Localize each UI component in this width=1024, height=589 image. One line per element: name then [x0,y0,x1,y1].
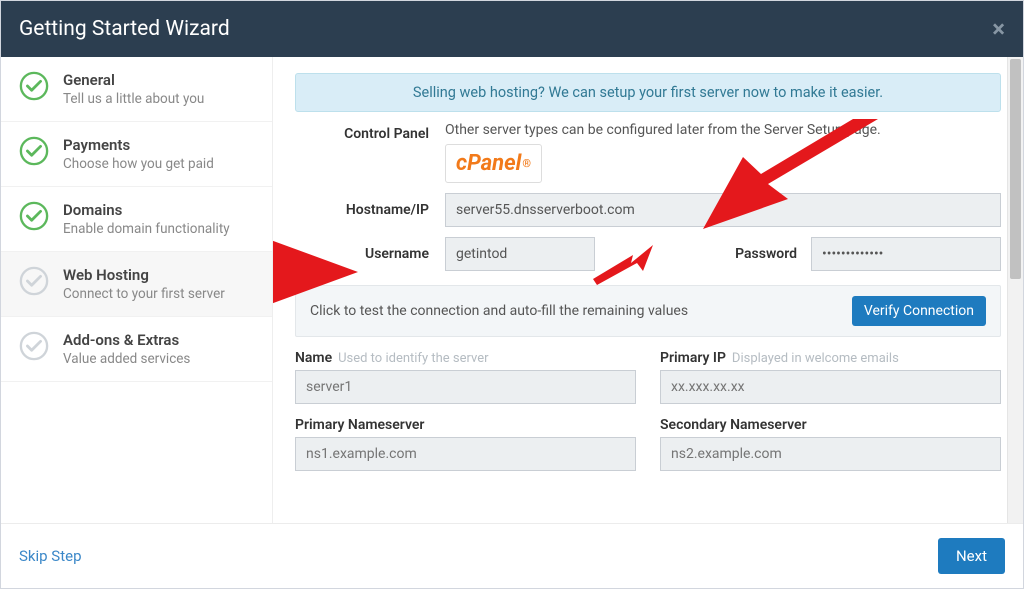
hostname-label: Hostname/IP [295,202,445,218]
step-title: Add-ons & Extras [63,331,254,349]
scrollbar-thumb[interactable] [1010,59,1021,279]
step-title: General [63,71,254,89]
sidebar-step-payments[interactable]: Payments Choose how you get paid [1,122,272,187]
verify-hint: Click to test the connection and auto-fi… [310,303,688,319]
cpanel-option[interactable]: cPanel® [445,144,542,183]
step-title: Domains [63,201,254,219]
other-servers-hint: Other server types can be configured lat… [445,122,1001,138]
sidebar-step-webhosting[interactable]: Web Hosting Connect to your first server [1,252,272,317]
step-sub: Enable domain functionality [63,221,254,237]
control-panel-label: Control Panel [295,122,445,142]
step-sub: Choose how you get paid [63,156,254,172]
server-name-input[interactable] [295,370,636,404]
step-title: Web Hosting [63,266,254,284]
hostname-input[interactable] [445,193,1001,227]
wizard-sidebar: General Tell us a little about you Payme… [1,57,273,523]
verify-connection-button[interactable]: Verify Connection [852,296,986,326]
cpanel-logo-icon: cPanel [456,151,521,176]
modal-title: Getting Started Wizard [19,17,230,41]
ns2-label: Secondary Nameserver [660,417,807,433]
primaryip-label: Primary IP [660,350,726,366]
step-title: Payments [63,136,254,154]
sidebar-step-addons[interactable]: Add-ons & Extras Value added services [1,317,272,382]
primary-ip-input[interactable] [660,370,1001,404]
ns1-input[interactable] [295,437,636,471]
info-banner: Selling web hosting? We can setup your f… [295,73,1001,112]
step-sub: Tell us a little about you [63,91,254,107]
check-circle-icon [19,136,49,166]
username-input[interactable] [445,237,595,271]
wizard-modal: Getting Started Wizard × General Tell us… [0,0,1024,589]
wizard-content: Selling web hosting? We can setup your f… [273,57,1023,523]
primaryip-hint: Displayed in welcome emails [732,351,899,366]
sidebar-step-general[interactable]: General Tell us a little about you [1,57,272,122]
empty-circle-icon [19,331,49,361]
step-sub: Value added services [63,351,254,367]
modal-header: Getting Started Wizard × [1,1,1023,57]
next-button[interactable]: Next [938,538,1005,574]
skip-step-link[interactable]: Skip Step [19,547,82,565]
password-label: Password [735,246,797,262]
empty-circle-icon [19,266,49,296]
scrollbar[interactable] [1007,57,1023,523]
close-icon[interactable]: × [992,15,1005,43]
name-hint: Used to identify the server [338,351,488,366]
check-circle-icon [19,71,49,101]
step-sub: Connect to your first server [63,286,254,302]
name-label: Name [295,350,332,366]
ns2-input[interactable] [660,437,1001,471]
password-input[interactable] [811,237,1001,271]
sidebar-step-domains[interactable]: Domains Enable domain functionality [1,187,272,252]
check-circle-icon [19,201,49,231]
modal-footer: Skip Step Next [1,523,1023,588]
ns1-label: Primary Nameserver [295,417,424,433]
verify-connection-box: Click to test the connection and auto-fi… [295,285,1001,337]
username-label: Username [295,246,445,262]
modal-body: General Tell us a little about you Payme… [1,57,1023,523]
